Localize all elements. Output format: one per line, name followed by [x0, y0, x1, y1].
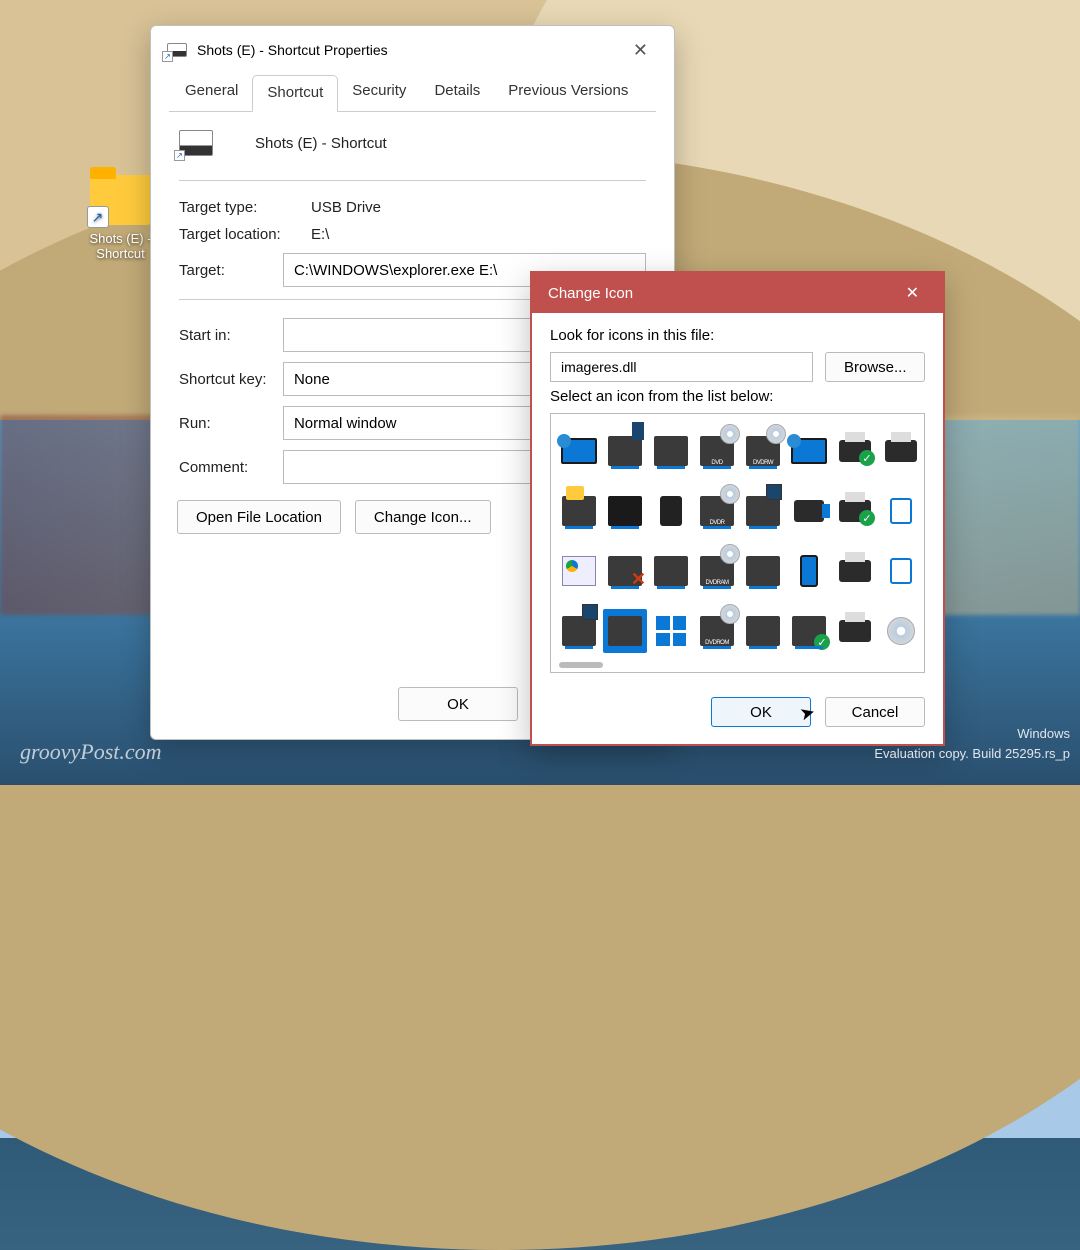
icon-phone[interactable] [787, 549, 831, 593]
icon-drive-4[interactable] [741, 609, 785, 653]
comment-label: Comment: [179, 459, 271, 476]
icon-drive-green[interactable] [603, 489, 647, 533]
change-icon-cancel-button[interactable]: Cancel [825, 697, 925, 727]
target-label: Target: [179, 262, 271, 279]
tab-shortcut[interactable]: Shortcut [252, 75, 338, 112]
icon-file-input[interactable] [550, 352, 813, 382]
icon-drive[interactable] [649, 429, 693, 473]
properties-ok-button[interactable]: OK [398, 687, 518, 721]
icon-drive-dvdrom[interactable]: DVDROM [695, 609, 739, 653]
icon-drive-selected[interactable] [603, 609, 647, 653]
close-icon[interactable]: ✕ [898, 279, 927, 307]
change-icon-titlebar[interactable]: Change Icon ✕ [532, 273, 943, 313]
icon-drive-dvdr[interactable]: DVDR [695, 489, 739, 533]
icon-printer-ok-2[interactable]: ✓ [833, 489, 877, 533]
folder-icon: ↗ [90, 175, 152, 225]
target-location-label: Target location: [179, 226, 299, 243]
drive-shortcut-icon: ↗ [167, 43, 187, 57]
change-icon-ok-button[interactable]: OK [711, 697, 811, 727]
watermark-right: Windows Evaluation copy. Build 25295.rs_… [874, 724, 1070, 763]
open-file-location-button[interactable]: Open File Location [177, 500, 341, 534]
look-for-icons-label: Look for icons in this file: [550, 327, 925, 344]
properties-titlebar[interactable]: ↗ Shots (E) - Shortcut Properties ✕ [151, 26, 674, 74]
tab-previous-versions[interactable]: Previous Versions [494, 74, 642, 111]
shortcut-key-label: Shortcut key: [179, 371, 271, 388]
tabs: General Shortcut Security Details Previo… [151, 74, 674, 111]
browse-button[interactable]: Browse... [825, 352, 925, 382]
drive-shortcut-icon: ↗ [179, 130, 213, 156]
tab-general[interactable]: General [171, 74, 252, 111]
icon-printer-3[interactable] [833, 609, 877, 653]
icon-drive-external[interactable] [603, 429, 647, 473]
watermark-left: groovyPost.com [20, 739, 162, 765]
shortcut-name: Shots (E) - Shortcut [255, 135, 387, 152]
target-location-value: E:\ [311, 226, 646, 243]
icon-printer-2[interactable] [833, 549, 877, 593]
target-type-value: USB Drive [311, 199, 646, 216]
icon-recycle-bin[interactable] [879, 489, 923, 533]
start-in-label: Start in: [179, 327, 271, 344]
properties-title: Shots (E) - Shortcut Properties [197, 42, 388, 58]
icon-drive-ok[interactable]: ✓ [787, 609, 831, 653]
icon-monitor-network-2[interactable] [787, 429, 831, 473]
icon-printer[interactable] [879, 429, 923, 473]
shortcut-arrow-icon: ↗ [87, 206, 109, 228]
icon-drive-dvdram[interactable]: DVDRAM [695, 549, 739, 593]
icon-monitor-network[interactable] [557, 429, 601, 473]
change-icon-button[interactable]: Change Icon... [355, 500, 491, 534]
icon-printer-ok[interactable]: ✓ [833, 429, 877, 473]
icon-drive-3[interactable] [741, 549, 785, 593]
change-icon-dialog: Change Icon ✕ Look for icons in this fil… [530, 271, 945, 746]
icon-list[interactable]: DVDDVDRW ✓ DVDR ✓ ✕ DVDRAM DVDROM ✓ [550, 413, 925, 673]
icon-drive-floppy[interactable] [741, 489, 785, 533]
icon-disc[interactable] [879, 609, 923, 653]
icon-recycle-bin-2[interactable] [879, 549, 923, 593]
icon-drive-dvd[interactable]: DVD [695, 429, 739, 473]
run-label: Run: [179, 415, 271, 432]
icon-camcorder[interactable] [787, 489, 831, 533]
icon-drive-folder[interactable] [557, 489, 601, 533]
change-icon-title: Change Icon [548, 285, 633, 302]
icon-control-panel[interactable] [557, 549, 601, 593]
tab-security[interactable]: Security [338, 74, 420, 111]
icon-list-scrollbar[interactable] [559, 662, 916, 668]
icon-drive-floppy-2[interactable] [557, 609, 601, 653]
target-type-label: Target type: [179, 199, 299, 216]
icon-drive-dvdrw[interactable]: DVDRW [741, 429, 785, 473]
icon-chip[interactable] [649, 489, 693, 533]
icon-windows-apps[interactable] [649, 609, 693, 653]
icon-drive-error[interactable]: ✕ [603, 549, 647, 593]
icon-drive-2[interactable] [649, 549, 693, 593]
close-icon[interactable]: ✕ [623, 36, 658, 65]
tab-details[interactable]: Details [420, 74, 494, 111]
select-icon-label: Select an icon from the list below: [550, 388, 925, 405]
